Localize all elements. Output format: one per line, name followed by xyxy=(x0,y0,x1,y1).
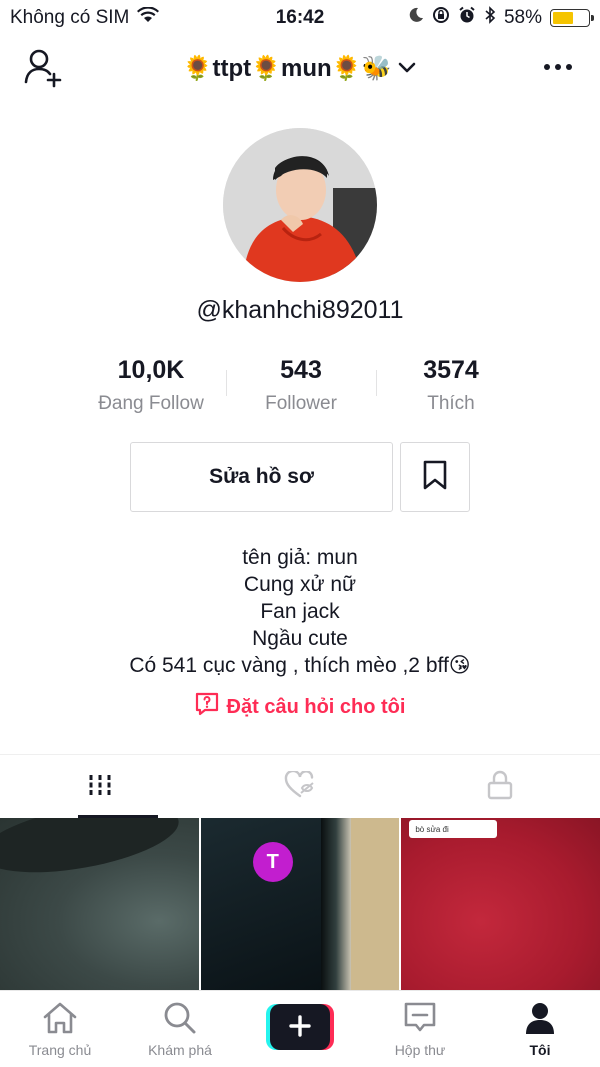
following-count: 10,0K xyxy=(117,356,185,384)
grid-icon xyxy=(87,772,113,803)
inbox-icon xyxy=(403,1001,437,1038)
username: @khanhchi892011 xyxy=(196,296,404,324)
battery-level xyxy=(553,12,573,24)
search-icon xyxy=(163,1001,197,1038)
bio-line: Fan jack xyxy=(260,600,340,623)
video-thumbnail[interactable]: bò sửa đi xyxy=(401,818,600,990)
nav-discover-label: Khám phá xyxy=(148,1041,212,1058)
bio-line: Cung xử nữ xyxy=(243,573,357,596)
bio-line: tên giả: mun xyxy=(242,546,358,569)
following-stat[interactable]: 10,0K Đang Follow xyxy=(76,356,226,415)
bluetooth-icon xyxy=(484,6,496,30)
avatar[interactable] xyxy=(223,128,377,282)
thumbnail-badge: T xyxy=(252,842,293,882)
thumbnail-edge xyxy=(320,818,351,990)
alarm-icon xyxy=(458,6,476,30)
ask-question-link[interactable]: Đặt câu hỏi cho tôi xyxy=(0,692,600,722)
followers-count: 543 xyxy=(280,356,322,384)
nav-discover[interactable]: Khám phá xyxy=(120,991,240,1067)
profile-icon xyxy=(524,1001,556,1038)
battery-icon xyxy=(550,9,594,27)
video-thumbnail[interactable] xyxy=(0,818,199,990)
nav-home-label: Trang chủ xyxy=(28,1041,92,1058)
edit-profile-button[interactable]: Sửa hồ sơ xyxy=(130,442,393,512)
nav-inbox-label: Hộp thư xyxy=(394,1041,446,1058)
add-friend-icon[interactable] xyxy=(24,48,66,88)
question-box-icon xyxy=(195,692,219,722)
profile-stats: 10,0K Đang Follow 543 Follower 3574 Thíc… xyxy=(76,356,526,415)
wifi-icon xyxy=(137,6,160,29)
nav-profile-label: Tôi xyxy=(529,1041,551,1058)
divider xyxy=(0,754,600,755)
likes-count: 3574 xyxy=(423,356,479,384)
carrier-label: Không có SIM xyxy=(10,7,130,28)
profile-header: 🌻ttpt🌻mun🌻🐝 xyxy=(0,40,600,96)
following-label: Đang Follow xyxy=(98,393,204,414)
favorites-button[interactable] xyxy=(400,442,470,512)
lock-icon xyxy=(487,770,513,805)
video-thumbnail[interactable]: T xyxy=(200,818,400,990)
bio: tên giả: mun Cung xử nữ Fan jack Ngầu cu… xyxy=(0,544,600,679)
nav-inbox[interactable]: Hộp thư xyxy=(360,991,480,1067)
followers-label: Follower xyxy=(265,393,337,414)
thumbnail-paper xyxy=(350,818,400,990)
bio-line: Ngầu cute xyxy=(252,627,348,650)
bookmark-icon xyxy=(422,460,448,495)
more-options-icon[interactable] xyxy=(538,52,578,82)
tab-videos[interactable] xyxy=(0,756,200,818)
ask-question-label: Đặt câu hỏi cho tôi xyxy=(226,695,406,718)
battery-percent: 58% xyxy=(503,7,542,28)
thumbnail-comment: bò sửa đi xyxy=(409,820,498,838)
create-button xyxy=(266,1004,334,1050)
account-name: 🌻ttpt🌻mun🌻🐝 xyxy=(182,54,392,82)
bio-line: Có 541 cục vàng , thích mèo ,2 bff😘 xyxy=(129,654,471,677)
chevron-down-icon xyxy=(397,54,417,82)
nav-home[interactable]: Trang chủ xyxy=(0,991,120,1067)
rotation-lock-icon xyxy=(432,6,450,30)
content-tabs xyxy=(0,756,600,818)
home-icon xyxy=(41,1001,79,1038)
likes-stat[interactable]: 3574 Thích xyxy=(376,356,526,415)
nav-profile[interactable]: Tôi xyxy=(480,991,600,1067)
hidden-heart-icon xyxy=(284,769,316,804)
likes-label: Thích xyxy=(427,393,475,414)
status-bar: Không có SIM 16:42 58% xyxy=(0,0,600,36)
bottom-nav: Trang chủ Khám phá Hộp thư Tôi xyxy=(0,990,600,1067)
video-grid: T bò sửa đi xyxy=(0,818,600,990)
nav-create[interactable] xyxy=(240,991,360,1067)
account-switcher[interactable]: 🌻ttpt🌻mun🌻🐝 xyxy=(183,54,418,83)
tab-private[interactable] xyxy=(400,756,600,818)
moon-icon xyxy=(408,7,424,29)
followers-stat[interactable]: 543 Follower xyxy=(226,356,376,415)
tab-liked[interactable] xyxy=(200,756,400,818)
plus-icon xyxy=(289,1014,311,1040)
